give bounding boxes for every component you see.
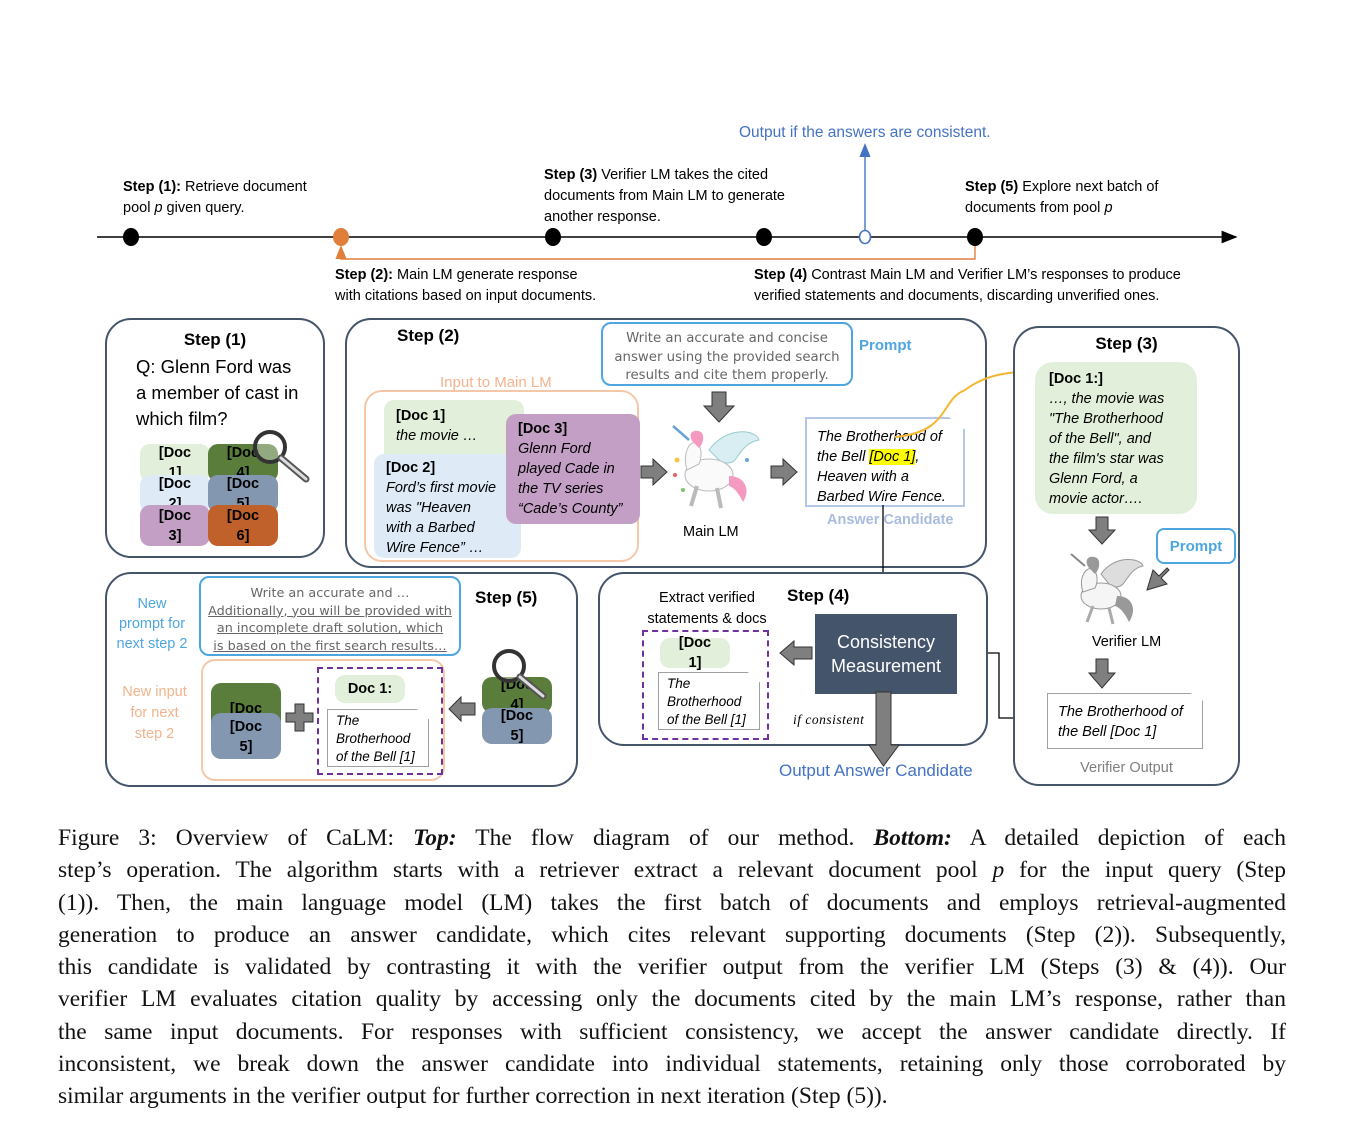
- caption-line: the same input documents. For responses …: [58, 1018, 1286, 1045]
- caption-line: inconsistent, we break down the answer c…: [58, 1051, 1286, 1078]
- new-input-label-line: New input: [122, 684, 187, 700]
- verifier-doc-line: Glenn Ford, a: [1049, 471, 1138, 487]
- extract-label-line: statements & docs: [647, 611, 767, 627]
- carried-doc-tag: Doc 1:: [335, 675, 405, 703]
- new-prompt-label: New prompt for next step 2: [107, 594, 197, 654]
- magnifier-icon: [492, 649, 547, 700]
- carried-line: Brotherhood: [336, 731, 411, 746]
- panel4-title: Step (4): [787, 586, 850, 605]
- caption-top-label: Top:: [413, 825, 457, 851]
- new-prompt-line: is based on the first search results…: [213, 638, 447, 654]
- verifier-lm-unicorn-icon: [1070, 553, 1144, 625]
- panel-step3: Step (3) [Doc 1:] …, the movie was "The …: [1013, 326, 1240, 786]
- verified-statements-box: [Doc 1] The Brotherhood of the Bell [1]: [642, 630, 769, 740]
- caption-line: generation to produce an answer candidat…: [58, 921, 1286, 948]
- statement-line: Brotherhood: [667, 694, 742, 709]
- arrow-down-output-icon: [868, 691, 900, 767]
- new-input-label-line: step 2: [134, 726, 175, 742]
- extract-label: Extract verified statements & docs: [632, 588, 782, 630]
- new-prompt-line: Additionally, you will be provided with: [208, 603, 452, 619]
- carried-statement-note: The Brotherhood of the Bell [1]: [327, 709, 429, 767]
- measure-label-line: Measurement: [830, 656, 942, 676]
- arrow-left-icon: [779, 640, 813, 666]
- verifier-output-line: the Bell [Doc 1]: [1058, 724, 1157, 740]
- consistency-measurement-box: Consistency Measurement: [815, 614, 957, 694]
- verifier-doc-line: "The Brotherhood: [1049, 411, 1163, 427]
- verified-doc-tag: [Doc 1]: [660, 635, 730, 671]
- verifier-doc-line: …, the movie was: [1049, 391, 1165, 407]
- caption-text: for the input query (Step: [1004, 857, 1286, 884]
- new-input-label-line: for next: [130, 705, 179, 721]
- new-prompt-line: an incomplete draft solution, which: [216, 621, 444, 636]
- measure-label-line: Consistency: [836, 632, 936, 652]
- caption-pool-p: p: [992, 857, 1005, 884]
- extract-label-line: Extract verified: [659, 590, 755, 606]
- caption-bottom-label: Bottom:: [873, 825, 952, 851]
- carried-line: The: [336, 713, 360, 728]
- output-answer-candidate-label: Output Answer Candidate: [779, 761, 973, 780]
- verifier-output-box: The Brotherhood of the Bell [Doc 1]: [1047, 693, 1203, 749]
- statement-line: of the Bell [1]: [667, 712, 746, 727]
- verifier-doc-line: the film's star was: [1049, 451, 1164, 467]
- verifier-output-line: The Brotherhood of: [1058, 704, 1183, 720]
- arrow-down-icon: [1087, 516, 1117, 545]
- new-prompt-label-line: next step 2: [116, 636, 188, 652]
- arrow-down-left-icon: [1146, 567, 1170, 591]
- arrow-left-icon: [448, 696, 476, 722]
- verifier-output-label: Verifier Output: [1080, 760, 1173, 776]
- new-input-box: [Doc 4] [Doc 5] Doc 1: The Brotherhood o…: [201, 659, 445, 781]
- next-doc-5: [Doc 5]: [211, 713, 281, 759]
- statement-line: The: [667, 676, 691, 691]
- carried-statements-box: Doc 1: The Brotherhood of the Bell [1]: [317, 667, 443, 775]
- panel3-title: Step (3): [1095, 334, 1158, 353]
- verifier-input-doc: [Doc 1:] …, the movie was "The Brotherho…: [1035, 362, 1197, 514]
- verifier-doc-line: of the Bell", and: [1049, 431, 1151, 447]
- new-prompt-label-line: prompt for: [118, 616, 186, 632]
- verifier-doc-tag: [Doc 1:]: [1049, 371, 1103, 387]
- caption-text: step’s operation. The algorithm starts w…: [58, 857, 993, 884]
- caption-line: (1)). Then, the main language model (LM)…: [58, 889, 1286, 916]
- plus-icon: [285, 703, 314, 732]
- new-prompt-line: Write an accurate and …: [250, 586, 410, 601]
- panel-step4: Extract verified statements & docs Step …: [598, 572, 988, 746]
- carried-line: of the Bell [1]: [336, 749, 415, 764]
- verified-statement-note: The Brotherhood of the Bell [1]: [658, 672, 760, 730]
- caption-line: verifier LM evaluates citation quality b…: [58, 986, 1286, 1013]
- verifier-prompt-box: Prompt: [1156, 528, 1236, 564]
- new-prompt-box: Write an accurate and … Additionally, yo…: [199, 576, 461, 656]
- arrow-down-icon: [1087, 658, 1117, 689]
- if-consistent-label: if consistent: [793, 712, 865, 727]
- verifier-lm-label: Verifier LM: [1091, 634, 1162, 650]
- new-input-label: New input for next step 2: [107, 682, 202, 745]
- figure-caption: Figure 3: Overview of CaLM: Top: The flo…: [58, 822, 1286, 1113]
- caption-text: The flow diagram of our method.: [456, 825, 874, 851]
- caption-text: Figure 3: Overview of CaLM:: [58, 825, 414, 851]
- next-batch-doc-5: [Doc 5]: [482, 708, 552, 744]
- caption-line: Figure 3: Overview of CaLM: Top: The flo…: [58, 822, 1286, 854]
- caption-text: A detailed depiction of each: [951, 825, 1286, 851]
- verifier-doc-line: movie actor….: [1049, 491, 1143, 507]
- caption-line: similar arguments in the verifier output…: [58, 1083, 888, 1110]
- caption-line: this candidate is validated by contrasti…: [58, 954, 1286, 981]
- panel-step5: New prompt for next step 2 Write an accu…: [105, 572, 578, 787]
- caption-line: step’s operation. The algorithm starts w…: [58, 854, 1286, 886]
- panel5-title: Step (5): [475, 588, 538, 607]
- new-prompt-label-line: New: [137, 596, 167, 612]
